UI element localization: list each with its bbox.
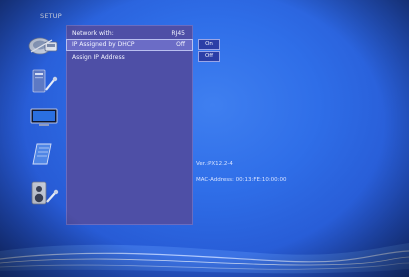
system-settings-icon[interactable]: [28, 68, 60, 94]
menu-item-value: Off: [176, 41, 185, 48]
tv-setup-screen: SETUP Network with: RJ45 IP Assigned by …: [0, 0, 409, 277]
mac-address-text: MAC-Address: 00:13:FE:10:00:00: [196, 177, 287, 183]
option-on[interactable]: On: [198, 39, 220, 50]
audio-icon[interactable]: [28, 180, 60, 206]
version-text: Ver.:PX12.2-4: [196, 161, 233, 167]
menu-item-label: IP Assigned by DHCP: [72, 41, 135, 48]
menu-item-assign-ip[interactable]: Assign IP Address: [67, 53, 192, 63]
media-icon[interactable]: [28, 140, 60, 166]
wave-decoration: [0, 243, 409, 277]
network-icon[interactable]: [28, 32, 60, 58]
option-off[interactable]: Off: [198, 51, 220, 62]
menu-item-label: Network with:: [72, 30, 114, 37]
page-title: SETUP: [40, 12, 62, 20]
menu-item-label: Assign IP Address: [72, 54, 125, 61]
network-settings-panel: Network with: RJ45 IP Assigned by DHCP O…: [66, 25, 193, 225]
menu-item-value: RJ45: [171, 30, 185, 37]
menu-item-network-with[interactable]: Network with: RJ45: [67, 29, 192, 39]
display-icon[interactable]: [28, 104, 60, 130]
menu-item-ip-dhcp[interactable]: IP Assigned by DHCP Off: [66, 39, 193, 51]
